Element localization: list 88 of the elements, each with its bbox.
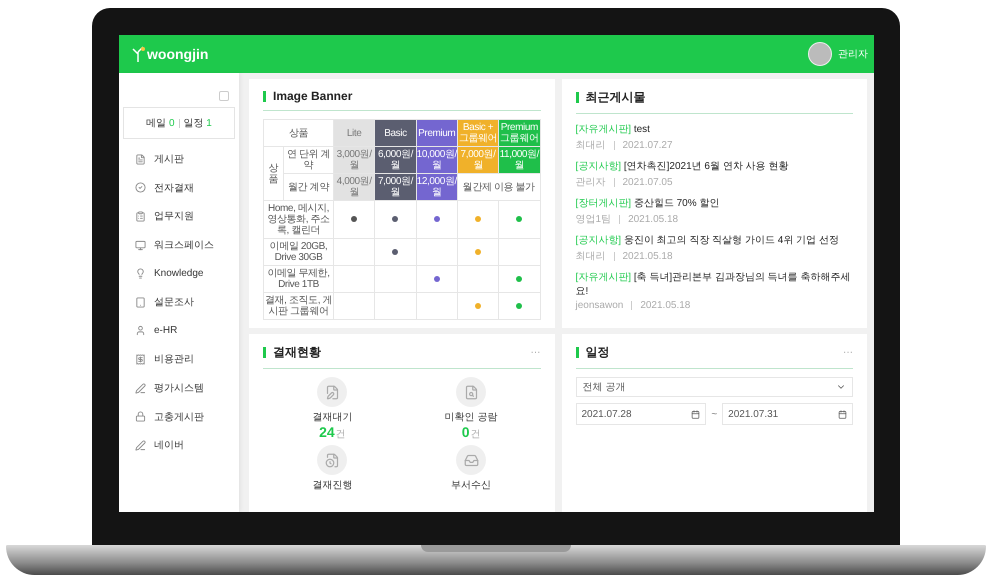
post-link[interactable]: [공지사항] 웅진이 최고의 직장 직살형 가이드 4위 기업 선정 (576, 233, 853, 247)
count-unit: 건 (470, 428, 481, 441)
post-link[interactable]: [장터게시판] 중산힐드 70% 할인 (576, 196, 853, 210)
post-date: 2021.05.18 (622, 250, 673, 262)
card-title: 일정 (586, 344, 610, 361)
range-separator: ~ (711, 408, 718, 420)
toggle-button[interactable] (219, 91, 229, 101)
user-avatar[interactable] (808, 42, 832, 66)
menu-item[interactable]: 네이버 (119, 430, 239, 460)
price-cell: 7,000원/월 (457, 146, 499, 174)
lock-icon (135, 411, 146, 422)
post-link[interactable]: [자유게시판] [축 득녀]관리본부 김과장님의 득녀를 축하해주세요! (576, 270, 853, 298)
document-icon[interactable] (456, 377, 486, 407)
menu-item[interactable]: 비용관리 (119, 345, 239, 374)
feature-cell: 이메일 20GB, Drive 30GB (264, 238, 334, 266)
summary-label[interactable]: 일정 1 (184, 116, 212, 130)
calendar-icon (838, 410, 847, 418)
card-title: 최근게시물 (586, 89, 646, 106)
count-unit: 건 (336, 428, 346, 441)
user-icon (135, 325, 146, 336)
post-author: jeonsawon (576, 300, 624, 311)
post-link[interactable]: [공지사항] [연차촉진]2021년 6월 연차 사용 현황 (576, 159, 853, 173)
board-icon (135, 154, 146, 165)
visibility-select[interactable]: 전체 공개 (576, 377, 853, 397)
pen-icon (135, 440, 146, 451)
menu-item[interactable]: 업무지원 (119, 202, 239, 231)
pen-icon (135, 382, 146, 394)
menu-item[interactable]: 설문조사 (119, 288, 239, 317)
approval-label: 미확인 공람 (444, 411, 498, 424)
feature-cell: Home, 메시지, 영상통화, 주소록, 캘린더 (264, 200, 334, 238)
table-cell: 상품 (264, 146, 284, 200)
approval-count: 0 (462, 424, 470, 440)
price-cell: 7,000원/월 (374, 174, 416, 200)
logo-text: woongjin (147, 46, 208, 62)
table-cell: 월간 계약 (284, 174, 334, 200)
price-cell: 10,000원/월 (416, 146, 458, 174)
table-cell: 월간제 이용 불가 (457, 174, 540, 200)
feature-cell: 이메일 무제한, Drive 1TB (264, 266, 334, 292)
post-author: 최대리 (576, 139, 606, 152)
price-cell: 6,000원/월 (374, 146, 416, 174)
approval-label: 결재진행 (312, 479, 352, 492)
bulb-icon (135, 268, 146, 280)
plan-header: Premium 그룹웨어 (498, 120, 540, 146)
price-cell: 4,000원/월 (334, 174, 375, 200)
start-date-field[interactable]: 2021.07.28 (576, 403, 706, 425)
post-date: 2021.07.05 (622, 176, 673, 188)
table-cell: 연 단위 계약 (284, 146, 334, 174)
post-link[interactable]: [자유게시판] test (576, 122, 853, 136)
table-cell: 상품 (264, 120, 334, 146)
post-date: 2021.07.27 (622, 140, 673, 150)
price-cell: 12,000원/월 (416, 174, 458, 200)
post-author: 영업1팀 (576, 213, 612, 226)
approval-label: 부서수신 (451, 479, 492, 492)
post-author: 최대리 (576, 250, 606, 263)
menu-item[interactable]: Knowledge (119, 259, 239, 288)
approval-count: 24 (319, 424, 335, 440)
menu-item[interactable]: 워크스페이스 (119, 230, 239, 260)
approval-label: 결재대기 (312, 411, 352, 424)
post-author: 관리자 (576, 176, 606, 189)
menu-item[interactable]: 게시판 (119, 145, 239, 174)
sprout-icon (131, 46, 145, 62)
plan-header: Premium (416, 120, 458, 146)
tablet-icon (135, 296, 146, 308)
plan-header: Basic (374, 120, 416, 146)
check-icon (135, 182, 146, 194)
card-title: Image Banner (273, 89, 352, 103)
document-icon[interactable] (456, 445, 486, 475)
post-date: 2021.05.18 (628, 214, 678, 224)
menu-item[interactable]: e-HR (119, 316, 239, 346)
user-name: 관리자 (838, 48, 868, 61)
document-icon[interactable] (317, 445, 348, 475)
end-date-field[interactable]: 2021.07.31 (722, 403, 853, 425)
plan-header: Lite (334, 120, 375, 146)
plan-header: Basic + 그룹웨어 (457, 120, 499, 146)
menu-item[interactable]: 전자결재 (119, 174, 239, 202)
document-icon[interactable] (317, 377, 348, 407)
card-title: 결재현황 (273, 344, 321, 361)
menu-item[interactable]: 고충게시판 (119, 402, 239, 431)
price-cell: 3,000원/월 (334, 146, 375, 174)
post-date: 2021.05.18 (640, 300, 690, 311)
calendar-icon (691, 410, 700, 418)
monitor-icon (135, 240, 146, 251)
list-icon (135, 210, 146, 222)
receipt-icon (135, 354, 146, 365)
feature-cell: 결재, 조직도, 게시판 그룹웨어 (264, 292, 334, 320)
summary-label[interactable]: 메일 0 (146, 116, 174, 130)
menu-item[interactable]: 평가시스템 (119, 374, 239, 402)
price-cell: 11,000원/월 (498, 146, 540, 174)
